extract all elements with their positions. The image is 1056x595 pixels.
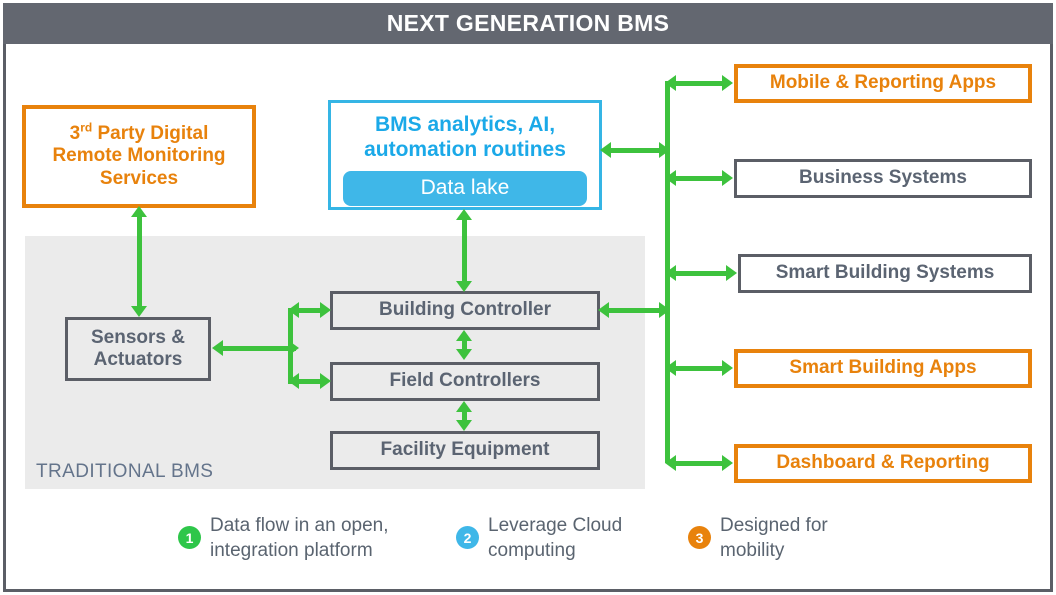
- arrowhead-bf-up: [456, 330, 472, 341]
- node-bms-analytics[interactable]: BMS analytics, AI, automation routines D…: [328, 100, 602, 210]
- legend-label-1: Data flow in an open, integration platfo…: [210, 515, 389, 562]
- third-party-line1-post: Party Digital: [92, 122, 209, 144]
- arrowhead-mobile-right: [722, 75, 733, 91]
- arrowhead-sensors-down: [131, 306, 147, 317]
- node-dashboard-reporting[interactable]: Dashboard & Reporting: [734, 444, 1032, 483]
- data-lake-pill[interactable]: Data lake: [343, 171, 587, 207]
- node-smart-building-systems[interactable]: Smart Building Systems: [738, 254, 1032, 293]
- legend-badge-2: 2: [456, 526, 479, 549]
- third-party-line2: Remote Monitoring: [52, 145, 226, 167]
- legend-label-3: Designed for mobility: [720, 515, 828, 562]
- legend-badge-3: 3: [688, 526, 711, 549]
- analytics-title: BMS analytics, AI, automation routines: [364, 113, 566, 162]
- page-title: NEXT GENERATION BMS: [3, 3, 1053, 44]
- third-party-line3: Services: [99, 167, 179, 189]
- arrowhead-business-bus-left: [665, 170, 676, 186]
- third-party-ordinal-suffix: rd: [80, 120, 93, 135]
- arrowhead-smartsys-right: [726, 265, 737, 281]
- arrowhead-field-right: [320, 373, 331, 389]
- node-mobile-reporting-apps[interactable]: Mobile & Reporting Apps: [734, 64, 1032, 103]
- arrowhead-ff-down: [456, 420, 472, 431]
- connector-bus-mobile: [670, 81, 726, 86]
- node-building-controller[interactable]: Building Controller: [330, 291, 600, 330]
- arrowhead-ff-up: [456, 401, 472, 412]
- node-facility-equipment[interactable]: Facility Equipment: [330, 431, 600, 470]
- legend-badge-1: 1: [178, 526, 201, 549]
- legend-item-cloud: 2 Leverage Cloud computing: [456, 513, 622, 563]
- diagram-root: NEXT GENERATION BMS TRADITIONAL BMS 3rd …: [0, 0, 1056, 595]
- node-business-systems[interactable]: Business Systems: [734, 159, 1032, 198]
- traditional-bms-label: TRADITIONAL BMS: [36, 461, 214, 482]
- legend-label-2: Leverage Cloud computing: [488, 515, 623, 562]
- arrowhead-bus-field-left: [288, 373, 299, 389]
- connector-bus-smartapps: [670, 366, 726, 371]
- arrowhead-smartsys-bus-left: [665, 265, 676, 281]
- connector-bus-business: [670, 176, 726, 181]
- arrowhead-smartapps-right: [722, 360, 733, 376]
- connector-bus-smartsys: [670, 271, 730, 276]
- connector-thirdparty-sensors: [137, 213, 142, 313]
- arrowhead-analytics-left: [600, 142, 611, 158]
- arrowhead-building-left: [598, 302, 609, 318]
- arrowhead-sensors-left: [212, 340, 223, 356]
- connector-analytics-building: [462, 216, 467, 288]
- arrowhead-dashboard-right: [722, 455, 733, 471]
- arrowhead-bus-building-left: [288, 302, 299, 318]
- legend-item-data-flow: 1 Data flow in an open, integration plat…: [178, 513, 389, 563]
- arrowhead-thirdparty-up: [131, 206, 147, 217]
- arrowhead-building-down: [456, 281, 472, 292]
- arrowhead-analytics-up: [456, 209, 472, 220]
- arrowhead-building-right: [320, 302, 331, 318]
- arrowhead-dashboard-bus-left: [665, 455, 676, 471]
- node-sensors-actuators[interactable]: Sensors & Actuators: [65, 317, 211, 381]
- legend-item-mobility: 3 Designed for mobility: [688, 513, 828, 563]
- connector-sensors-bus: [222, 346, 296, 351]
- node-field-controllers[interactable]: Field Controllers: [330, 362, 600, 401]
- arrowhead-business-right: [722, 170, 733, 186]
- connector-bus-dashboard: [670, 461, 726, 466]
- node-third-party-digital-remote-monitoring-services[interactable]: 3rd Party Digital Remote Monitoring Serv…: [22, 105, 256, 208]
- arrowhead-mobile-bus-left: [665, 75, 676, 91]
- arrowhead-bf-down: [456, 349, 472, 360]
- third-party-line1-pre: 3: [69, 122, 81, 144]
- arrowhead-smartapps-bus-left: [665, 360, 676, 376]
- node-smart-building-apps[interactable]: Smart Building Apps: [734, 349, 1032, 388]
